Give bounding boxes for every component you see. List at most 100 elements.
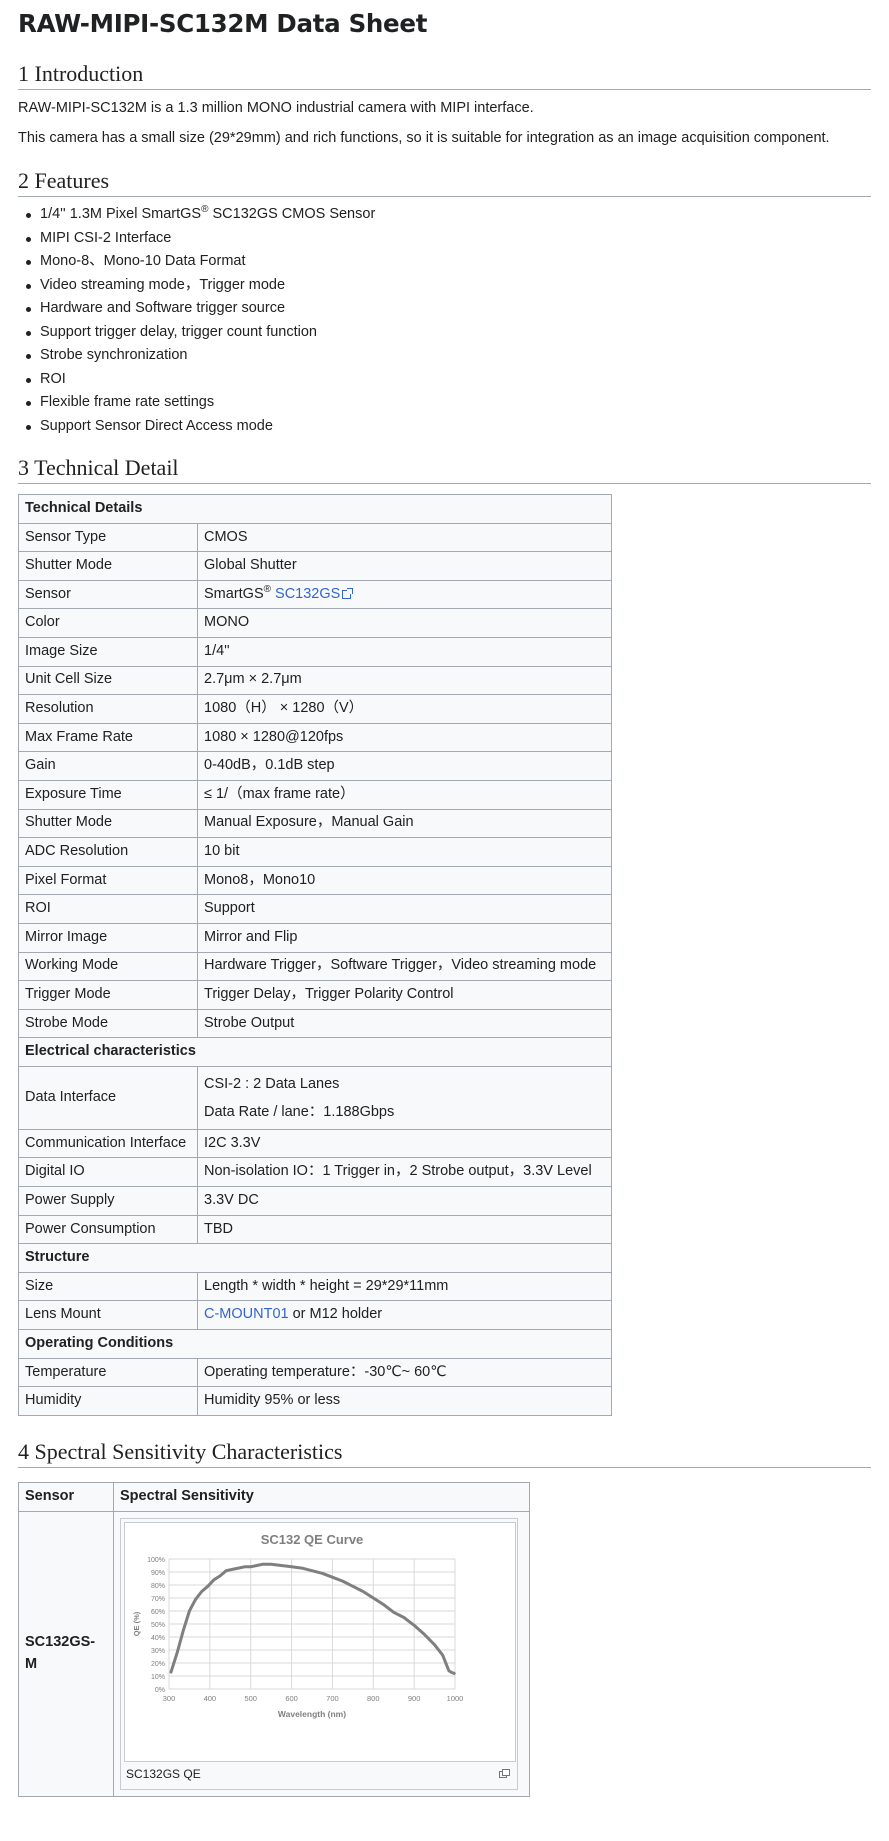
features-list: 1/4'' 1.3M Pixel SmartGS® SC132GS CMOS S… bbox=[18, 203, 871, 438]
table-row: ROI Support bbox=[18, 894, 612, 924]
sensor-brand: SmartGS bbox=[204, 585, 264, 602]
list-item: Support trigger delay, trigger count fun… bbox=[26, 321, 871, 345]
list-item: MIPI CSI-2 Interface bbox=[26, 227, 871, 251]
row-label: Power Consumption bbox=[18, 1214, 198, 1245]
table-row: Humidity Humidity 95% or less bbox=[18, 1386, 612, 1416]
feature-text: 1/4'' 1.3M Pixel SmartGS bbox=[40, 206, 202, 222]
external-link-icon bbox=[342, 587, 354, 599]
registered-mark: ® bbox=[263, 583, 271, 595]
row-label: Resolution bbox=[18, 694, 198, 724]
column-header-spectral: Spectral Sensitivity bbox=[113, 1481, 530, 1512]
row-value: CSI-2 : 2 Data Lanes Data Rate / lane：1.1… bbox=[197, 1065, 612, 1130]
row-value: 3.3V DC bbox=[197, 1186, 612, 1216]
table-row: Digital IO Non-isolation IO：1 Trigger in，… bbox=[18, 1157, 612, 1188]
row-label: Mirror Image bbox=[18, 922, 198, 953]
table-row: SC132GS-M SC132 QE Curve 0% 10% 20% 30% 40% 50… bbox=[18, 1510, 530, 1797]
table-row: Size Length * width * height = 29*29*11mm bbox=[18, 1271, 612, 1302]
row-value: C-MOUNT01 or M12 holder bbox=[197, 1300, 612, 1331]
row-value: Hardware Trigger，Software Trigger，Video … bbox=[197, 951, 612, 982]
features-heading: 2 Features bbox=[18, 157, 871, 197]
x-tick-label: 500 bbox=[244, 1694, 257, 1703]
row-value: Support bbox=[197, 894, 612, 924]
technical-detail-section: 3 Technical Detail Technical Details Sen… bbox=[18, 444, 871, 1416]
row-value: 0-40dB，0.1dB step bbox=[197, 751, 612, 781]
list-item: Support Sensor Direct Access mode bbox=[26, 415, 871, 439]
c-mount-link[interactable]: C-MOUNT01 bbox=[204, 1306, 289, 1322]
row-label: ADC Resolution bbox=[18, 837, 198, 867]
sc132gs-link-text: SC132GS bbox=[275, 585, 341, 602]
row-label: Exposure Time bbox=[18, 779, 198, 810]
row-label: Gain bbox=[18, 751, 198, 781]
row-value: Non-isolation IO：1 Trigger in，2 Strobe o… bbox=[197, 1157, 612, 1188]
qe-chart-image[interactable]: SC132 QE Curve 0% 10% 20% 30% 40% 50% 60% 70% 80%… bbox=[124, 1521, 516, 1762]
data-interface-line-2: Data Rate / lane：1.188Gbps bbox=[204, 1103, 395, 1120]
feature-text: SC132GS CMOS Sensor bbox=[208, 206, 376, 222]
y-tick-label: 20% bbox=[151, 1661, 165, 1668]
y-tick-label: 60% bbox=[151, 1609, 165, 1616]
spectral-section: 4 Spectral Sensitivity Characteristics S… bbox=[18, 1428, 871, 1797]
row-label: Working Mode bbox=[18, 951, 198, 982]
row-label: Pixel Format bbox=[18, 865, 198, 896]
column-header-sensor: Sensor bbox=[18, 1481, 114, 1512]
features-section: 2 Features 1/4'' 1.3M Pixel SmartGS® SC1… bbox=[18, 157, 871, 438]
row-label: Temperature bbox=[18, 1357, 198, 1388]
row-value: Manual Exposure，Manual Gain bbox=[197, 808, 612, 839]
row-value: Mono8，Mono10 bbox=[197, 865, 612, 896]
y-axis-label: QE (%) bbox=[132, 1611, 141, 1636]
row-label: Digital IO bbox=[18, 1157, 198, 1188]
row-label: Communication Interface bbox=[18, 1128, 198, 1159]
spectral-table: Sensor Spectral Sensitivity SC132GS-M SC… bbox=[18, 1481, 530, 1797]
row-value: CMOS bbox=[197, 522, 612, 553]
row-value: I2C 3.3V bbox=[197, 1128, 612, 1159]
qe-chart: SC132 QE Curve 0% 10% 20% 30% 40% 50% 60% 70% 80%… bbox=[132, 1532, 463, 1719]
row-value: Global Shutter bbox=[197, 551, 612, 581]
page-title: RAW-MIPI-SC132M Data Sheet bbox=[18, 9, 428, 38]
row-label: ROI bbox=[18, 894, 198, 924]
y-tick-label: 90% bbox=[151, 1570, 165, 1577]
row-value: 10 bit bbox=[197, 837, 612, 867]
sc132gs-link[interactable]: SC132GS bbox=[275, 585, 354, 602]
row-label: Lens Mount bbox=[18, 1300, 198, 1331]
y-tick-label: 10% bbox=[151, 1674, 165, 1681]
y-tick-label: 100% bbox=[147, 1557, 165, 1564]
row-label: Data Interface bbox=[18, 1065, 198, 1130]
row-label: Humidity bbox=[18, 1386, 198, 1416]
table-row: Strobe Mode Strobe Output bbox=[18, 1008, 612, 1039]
figure-caption: SC132GS QE bbox=[124, 1762, 514, 1786]
technical-details-table: Technical Details Sensor Type CMOS Shutte… bbox=[18, 494, 612, 1416]
row-value: Mirror and Flip bbox=[197, 922, 612, 953]
row-label: Power Supply bbox=[18, 1186, 198, 1216]
intro-paragraph-1: RAW-MIPI-SC132M is a 1.3 million MONO in… bbox=[18, 100, 534, 116]
row-label: Image Size bbox=[18, 636, 198, 667]
row-label: Unit Cell Size bbox=[18, 665, 198, 696]
table-row: Power Supply 3.3V DC bbox=[18, 1186, 612, 1216]
y-tick-label: 40% bbox=[151, 1635, 165, 1642]
x-tick-label: 800 bbox=[367, 1694, 380, 1703]
row-label: Sensor Type bbox=[18, 522, 198, 553]
table-row: Mirror Image Mirror and Flip bbox=[18, 922, 612, 953]
row-label: Shutter Mode bbox=[18, 551, 198, 581]
introduction-section: 1 Introduction RAW-MIPI-SC132M is a 1.3 … bbox=[18, 50, 871, 153]
qe-series-line bbox=[169, 1562, 456, 1675]
table-row: Shutter Mode Global Shutter bbox=[18, 551, 612, 581]
y-tick-label: 30% bbox=[151, 1648, 165, 1655]
x-tick-label: 300 bbox=[163, 1694, 176, 1703]
row-value: Strobe Output bbox=[197, 1008, 612, 1039]
table-row: Communication Interface I2C 3.3V bbox=[18, 1128, 612, 1159]
table-row: Working Mode Hardware Trigger，Software Tr… bbox=[18, 951, 612, 982]
table-row: Pixel Format Mono8，Mono10 bbox=[18, 865, 612, 896]
row-value: 1080 × 1280@120fps bbox=[197, 722, 612, 753]
table-row: Data Interface CSI-2 : 2 Data Lanes Data R… bbox=[18, 1065, 612, 1130]
table-row: Exposure Time ≤ 1/（max frame rate） bbox=[18, 779, 612, 810]
list-item: Flexible frame rate settings bbox=[26, 391, 871, 415]
enlarge-icon[interactable] bbox=[499, 1768, 510, 1778]
row-value: Trigger Delay，Trigger Polarity Control bbox=[197, 980, 612, 1010]
row-label: Max Frame Rate bbox=[18, 722, 198, 753]
list-item: 1/4'' 1.3M Pixel SmartGS® SC132GS CMOS S… bbox=[26, 203, 871, 227]
row-value: 2.7μm × 2.7μm bbox=[197, 665, 612, 696]
intro-paragraph-2: This camera has a small size (29*29mm) a… bbox=[18, 130, 830, 146]
lens-mount-rest: or M12 holder bbox=[288, 1306, 383, 1323]
row-value: Humidity 95% or less bbox=[197, 1386, 612, 1416]
table-row: Image Size 1/4'' bbox=[18, 636, 612, 667]
list-item: Hardware and Software trigger source bbox=[26, 297, 871, 321]
